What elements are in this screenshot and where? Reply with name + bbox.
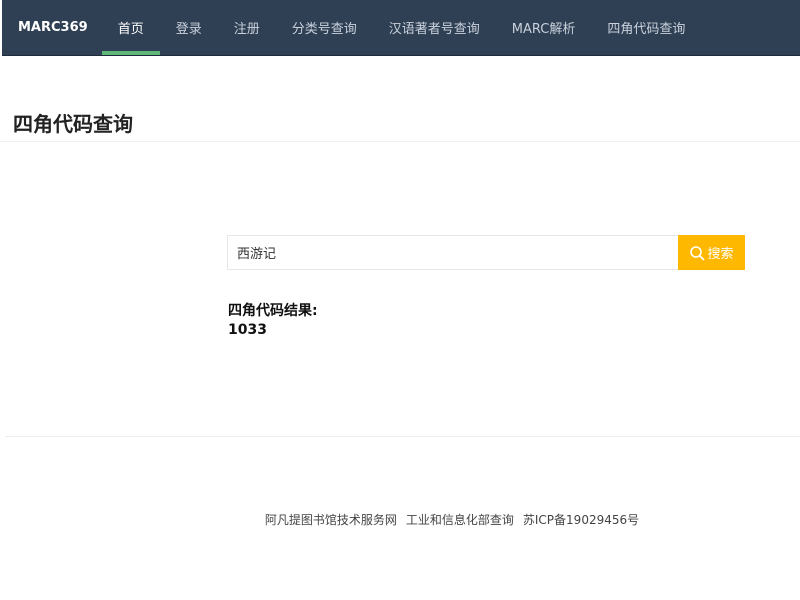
nav-item-marc-parse[interactable]: MARC解析 bbox=[496, 0, 592, 55]
title-divider bbox=[0, 141, 800, 142]
search-button[interactable]: 搜索 bbox=[678, 235, 745, 270]
top-navbar: MARC369 首页 登录 注册 分类号查询 汉语著者号查询 MARC解析 四角… bbox=[2, 0, 800, 56]
search-input[interactable] bbox=[227, 235, 678, 270]
footer-divider bbox=[5, 436, 800, 437]
nav-item-four-corner-query[interactable]: 四角代码查询 bbox=[591, 0, 701, 55]
footer: 阿凡提图书馆技术服务网 工业和信息化部查询 苏ICP备19029456号 bbox=[0, 511, 800, 528]
nav-item-author-number-query[interactable]: 汉语著者号查询 bbox=[373, 0, 496, 55]
nav-item-register[interactable]: 注册 bbox=[218, 0, 276, 55]
footer-link-miit-query[interactable]: 工业和信息化部查询 bbox=[406, 511, 514, 528]
nav-item-login[interactable]: 登录 bbox=[160, 0, 218, 55]
search-icon bbox=[690, 245, 705, 260]
nav-item-classification-query[interactable]: 分类号查询 bbox=[276, 0, 373, 55]
search-button-label: 搜索 bbox=[707, 247, 734, 262]
result-label: 四角代码结果: bbox=[228, 303, 318, 319]
result-value: 1033 bbox=[228, 322, 267, 338]
page-title: 四角代码查询 bbox=[13, 112, 133, 136]
footer-link-icp[interactable]: 苏ICP备19029456号 bbox=[523, 511, 639, 528]
nav-item-home[interactable]: 首页 bbox=[101, 0, 160, 55]
footer-link-afanti[interactable]: 阿凡提图书馆技术服务网 bbox=[265, 511, 397, 528]
brand-logo[interactable]: MARC369 bbox=[2, 0, 102, 55]
